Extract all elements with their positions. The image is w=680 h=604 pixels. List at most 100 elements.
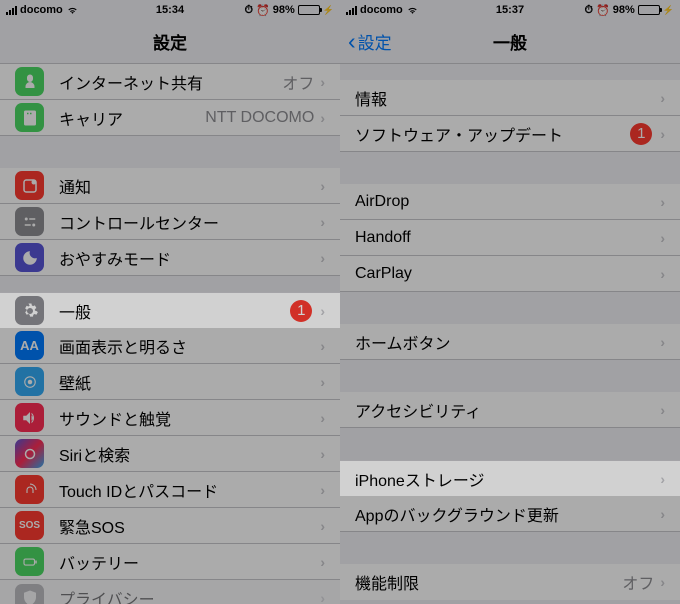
nav-title: 一般 (493, 29, 527, 54)
alarm-icon: ⏱ (244, 4, 253, 17)
row-handoff[interactable]: Handoff › (340, 220, 680, 256)
chevron-icon: › (320, 250, 325, 266)
nav-bar: 設定 (0, 20, 340, 64)
dnd-icon (15, 243, 44, 272)
battery-percent: 98% (613, 4, 635, 16)
settings-list-continued[interactable]: AA 画面表示と明るさ › 壁紙 › サウンドと触覚 › Siriと検索 › T… (0, 328, 340, 604)
row-label: 壁紙 (59, 370, 320, 394)
row-about[interactable]: 情報 › (340, 80, 680, 116)
control-center-icon (15, 207, 44, 236)
row-label: ソフトウェア・アップデート (355, 122, 630, 146)
privacy-icon (15, 584, 44, 604)
row-label: CarPlay (355, 265, 660, 283)
row-carplay[interactable]: CarPlay › (340, 256, 680, 292)
row-label: Appのバックグラウンド更新 (355, 502, 660, 526)
row-general[interactable]: 一般 1 › (0, 292, 340, 328)
row-value: オフ (622, 570, 654, 594)
row-sounds[interactable]: サウンドと触覚 › (0, 400, 340, 436)
chevron-icon: › (660, 194, 665, 210)
row-label: iPhoneストレージ (355, 467, 660, 491)
chevron-icon: › (320, 303, 325, 319)
chevron-icon: › (320, 178, 325, 194)
chevron-icon: › (660, 471, 665, 487)
badge: 1 (290, 300, 312, 322)
badge: 1 (630, 123, 652, 145)
row-notifications[interactable]: 通知 › (0, 168, 340, 204)
charging-icon: ⚡ (323, 5, 334, 16)
row-background-refresh[interactable]: Appのバックグラウンド更新 › (340, 496, 680, 532)
signal-icon (346, 5, 357, 15)
nav-title: 設定 (153, 29, 187, 54)
group-separator (340, 64, 680, 80)
chevron-icon: › (660, 230, 665, 246)
row-privacy[interactable]: プライバシー › (0, 580, 340, 604)
row-label: Handoff (355, 229, 660, 247)
row-hotspot[interactable]: インターネット共有 オフ › (0, 64, 340, 100)
signal-icon (6, 5, 17, 15)
battery-row-icon (15, 547, 44, 576)
row-label: 機能制限 (355, 570, 622, 594)
row-control-center[interactable]: コントロールセンター › (0, 204, 340, 240)
nav-back-button[interactable]: ‹ 設定 (348, 28, 392, 55)
row-label: 通知 (59, 174, 320, 198)
chevron-icon: › (660, 266, 665, 282)
chevron-icon: › (320, 214, 325, 230)
row-label: ホームボタン (355, 330, 660, 354)
chevron-icon: › (320, 110, 325, 126)
wifi-icon (406, 5, 419, 15)
siri-icon (15, 439, 44, 468)
row-label: 画面表示と明るさ (59, 334, 320, 358)
general-list-continued[interactable]: Appのバックグラウンド更新 › 機能制限 オフ › (340, 496, 680, 600)
row-wallpaper[interactable]: 壁紙 › (0, 364, 340, 400)
row-value: オフ (282, 70, 314, 94)
battery-icon (298, 5, 320, 15)
group-separator (0, 136, 340, 168)
row-sos[interactable]: SOS 緊急SOS › (0, 508, 340, 544)
row-label: バッテリー (59, 550, 320, 574)
row-label: サウンドと触覚 (59, 406, 320, 430)
row-label: アクセシビリティ (355, 398, 660, 422)
row-label: 一般 (59, 299, 290, 323)
display-icon: AA (15, 331, 44, 360)
row-battery[interactable]: バッテリー › (0, 544, 340, 580)
chevron-icon: › (320, 374, 325, 390)
group-separator (340, 532, 680, 564)
wifi-icon (66, 5, 79, 15)
row-airdrop[interactable]: AirDrop › (340, 184, 680, 220)
row-label: Touch IDとパスコード (59, 478, 320, 502)
alarm-icon-2: ⏰ (256, 4, 270, 17)
row-display[interactable]: AA 画面表示と明るさ › (0, 328, 340, 364)
row-accessibility[interactable]: アクセシビリティ › (340, 392, 680, 428)
hotspot-icon (15, 67, 44, 96)
row-storage-wrapper: iPhoneストレージ › (340, 460, 680, 496)
settings-screen: docomo 15:34 ⏱ ⏰ 98% ⚡ 設定 インターネット共有 オフ ›… (0, 0, 340, 604)
nav-bar: ‹ 設定 一般 (340, 20, 680, 64)
chevron-icon: › (660, 90, 665, 106)
settings-list[interactable]: インターネット共有 オフ › キャリア NTT DOCOMO › 通知 › コン… (0, 64, 340, 308)
group-separator (340, 152, 680, 184)
row-software-update[interactable]: ソフトウェア・アップデート 1 › (340, 116, 680, 152)
chevron-icon: › (660, 574, 665, 590)
row-home-button[interactable]: ホームボタン › (340, 324, 680, 360)
row-label: プライバシー (59, 586, 320, 604)
carrier-label: docomo (360, 4, 403, 16)
status-time: 15:34 (156, 4, 184, 16)
row-carrier[interactable]: キャリア NTT DOCOMO › (0, 100, 340, 136)
row-dnd[interactable]: おやすみモード › (0, 240, 340, 276)
row-siri[interactable]: Siriと検索 › (0, 436, 340, 472)
row-label: 緊急SOS (59, 514, 320, 538)
chevron-icon: › (320, 74, 325, 90)
chevron-icon: › (320, 410, 325, 426)
chevron-icon: › (320, 590, 325, 604)
row-label: キャリア (59, 106, 205, 130)
row-restrictions[interactable]: 機能制限 オフ › (340, 564, 680, 600)
chevron-icon: › (660, 126, 665, 142)
row-touchid[interactable]: Touch IDとパスコード › (0, 472, 340, 508)
chevron-icon: › (320, 518, 325, 534)
charging-icon: ⚡ (663, 5, 674, 16)
sounds-icon (15, 403, 44, 432)
wallpaper-icon (15, 367, 44, 396)
status-bar: docomo 15:37 ⏱ ⏰ 98% ⚡ (340, 0, 680, 20)
general-list[interactable]: 情報 › ソフトウェア・アップデート 1 › AirDrop › Handoff… (340, 64, 680, 460)
row-iphone-storage[interactable]: iPhoneストレージ › (340, 460, 680, 496)
